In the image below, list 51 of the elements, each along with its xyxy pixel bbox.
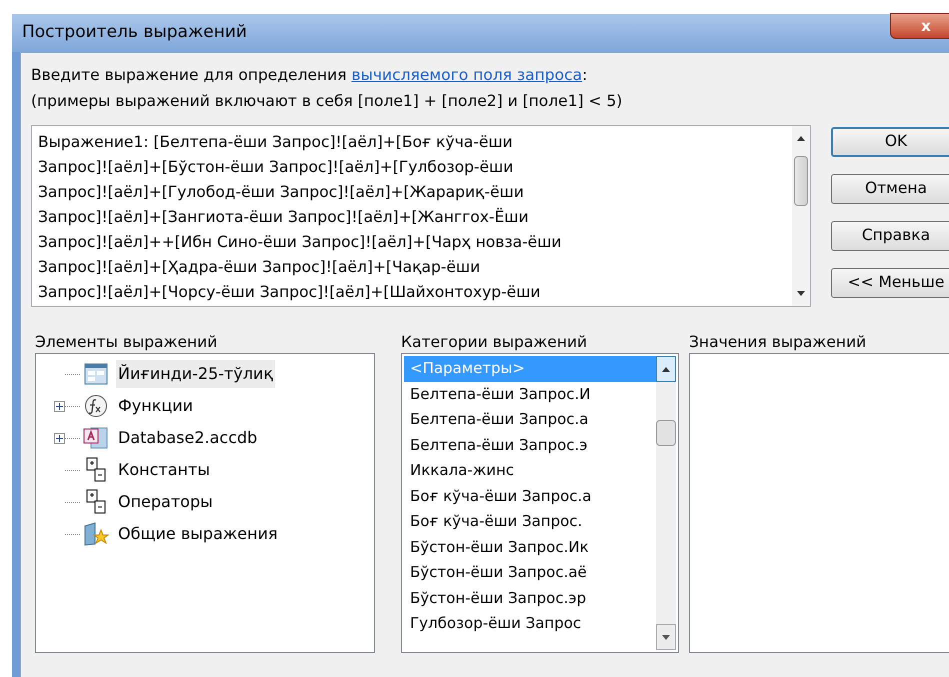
expression-line: Запрос]![аёл]+[Гулобод-ёши Запрос]![аёл]+[Жарариқ-ёши [38, 182, 525, 203]
category-item[interactable]: Иккала-жинс [404, 458, 656, 484]
category-item[interactable]: Бўстон-ёши Запрос.аё [404, 560, 656, 586]
panel-label: Значения выражений [689, 332, 868, 353]
category-item[interactable]: Белтепа-ёши Запрос.И [404, 382, 656, 407]
expression-line: Запрос]![аёл]+[Зангиота-ёши Запрос]![аёл]+[Жанггох-Ёши [38, 206, 530, 228]
category-item[interactable]: Гулбозор-ёши Запрос [404, 611, 656, 636]
expression-line: Запрос]![аёл]+[Бўстон-ёши Запрос]![аёл]+[Гулбозор-ёши [38, 157, 514, 178]
scroll-up-icon[interactable] [656, 356, 676, 382]
expand-toggle[interactable] [54, 400, 65, 412]
scroll-thumb[interactable] [656, 420, 676, 446]
tree-item[interactable]: Общие выражения [116, 520, 280, 548]
scrollbar[interactable] [792, 126, 810, 306]
instruction-text: Введите выражение для определения вычисляемого поля запроса: [31, 65, 588, 86]
dialog-button[interactable]: Отмена [831, 174, 949, 204]
scroll-down-icon[interactable] [797, 291, 805, 296]
category-item[interactable]: Боғ кўча-ёши Запрос.а [404, 484, 656, 509]
function-icon [84, 394, 108, 418]
tree-item[interactable]: Йиғинди-25-тўлиқ [116, 360, 276, 388]
window-title: Построитель выражений [22, 21, 247, 44]
dialog-button[interactable]: OK [831, 127, 949, 157]
form-icon [84, 363, 108, 385]
scrollbar[interactable] [656, 356, 676, 650]
book-star-icon [83, 522, 109, 546]
database-icon [83, 426, 109, 450]
panel-label: Категории выражений [401, 332, 588, 353]
plus-minus-icon [85, 489, 107, 515]
calculated-field-link[interactable]: вычисляемого поля запроса [352, 66, 582, 84]
category-item[interactable]: Боғ кўча-ёши Запрос. [404, 509, 656, 534]
category-item[interactable]: Бўстон-ёши Запрос.эр [404, 586, 656, 611]
tree-item[interactable]: Константы [116, 456, 212, 484]
scroll-up-icon[interactable] [797, 136, 805, 141]
panel-label: Элементы выражений [35, 332, 218, 353]
dialog-button[interactable]: Справка [831, 221, 949, 251]
category-item[interactable]: Белтепа-ёши Запрос.а [404, 407, 656, 432]
expand-toggle[interactable] [54, 432, 65, 444]
scroll-thumb[interactable] [794, 156, 808, 206]
expression-line: Выражение1: [Белтепа-ёши Запрос]![аёл]+[Боғ кўча-ёши [38, 132, 514, 153]
tree-item[interactable]: Операторы [116, 488, 215, 516]
plus-minus-icon [85, 457, 107, 483]
tree-item[interactable]: Функции [116, 392, 196, 420]
expression-line: Запрос]![аёл]++[Ибн Сино-ёши Запрос]![аёл]+[Чарҳ новза-ёши [38, 232, 562, 253]
expression-line: Запрос]![аёл]+[Ҳадра-ёши Запрос]![аёл]+[Чақар-ёши [38, 257, 482, 278]
scroll-down-icon[interactable] [656, 624, 676, 650]
expression-field[interactable] [31, 125, 811, 307]
example-text: (примеры выражений включают в себя [поле1] + [поле2] и [поле1] < 5) [31, 91, 624, 112]
expression-line: Запрос]![аёл]+[Чорсу-ёши Запрос]![аёл]+[Шайхонтохур-ёши [38, 282, 542, 303]
category-item[interactable]: Белтепа-ёши Запрос.э [404, 432, 656, 458]
category-item[interactable]: Бўстон-ёши Запрос.Ик [404, 534, 656, 560]
tree-item[interactable]: Database2.accdb [116, 424, 260, 452]
dialog-button[interactable]: << Меньше [831, 268, 949, 298]
